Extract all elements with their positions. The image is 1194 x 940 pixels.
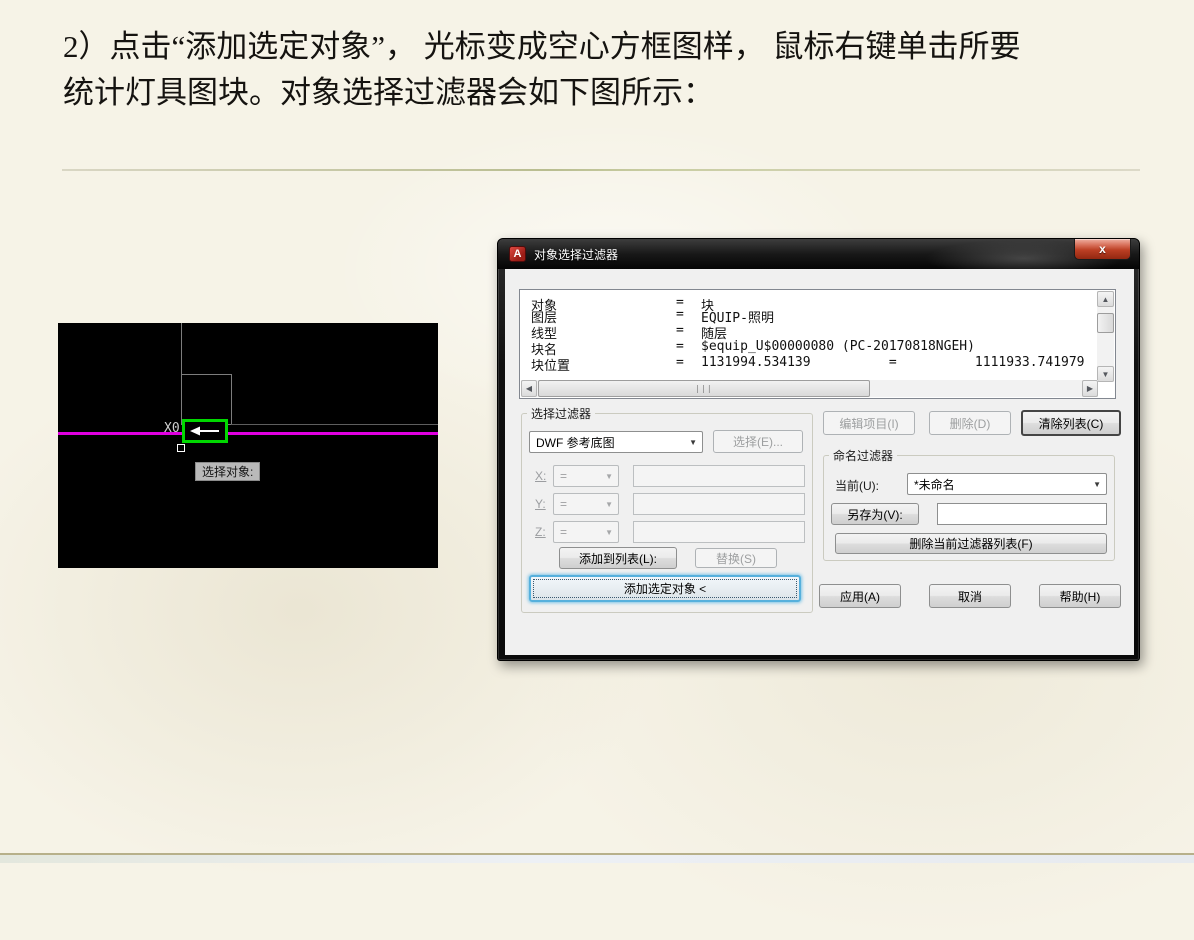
horizontal-scroll-thumb[interactable]: ||| [538,380,870,397]
add-selected-object-button[interactable]: 添加选定对象 < [529,575,801,602]
x-operator-value: = [560,469,567,483]
row-operator: = [676,307,684,322]
left-arrow-icon [187,424,223,438]
save-as-button[interactable]: 另存为(V): [831,503,919,525]
clear-list-button[interactable]: 清除列表(C) [1021,410,1121,436]
list-row[interactable]: 线型 = 随层 [521,323,1097,339]
edit-item-button[interactable]: 编辑项目(I) [823,411,915,435]
y-value-field[interactable] [633,493,805,515]
list-row[interactable]: 图层 = EQUIP-照明 [521,307,1097,323]
chevron-down-icon: ▼ [689,438,697,447]
instruction-line-1: 2）点击“添加选定对象”， 光标变成空心方框图样， 鼠标右键单击所要 [63,24,1143,70]
z-operator-dropdown[interactable]: = ▼ [553,521,619,543]
chevron-down-icon: ▼ [605,528,613,537]
close-button[interactable]: x [1074,239,1131,260]
cad-x0-label: X0 [164,421,180,436]
cancel-button[interactable]: 取消 [929,584,1011,608]
scroll-down-icon[interactable]: ▼ [1097,366,1114,382]
current-filter-dropdown[interactable]: *未命名 ▼ [907,473,1107,495]
row-value: $equip_U$00000080 (PC-20170818NGEH) [701,339,975,354]
filter-list-box[interactable]: 对象 = 块 图层 = EQUIP-照明 线型 = 随层 块名 = $e [519,289,1116,399]
chevron-down-icon: ▼ [605,472,613,481]
cad-square-outline [181,374,232,425]
cad-vertical-line [181,323,182,375]
chevron-down-icon: ▼ [605,500,613,509]
save-as-field[interactable] [937,503,1107,525]
y-operator-value: = [560,497,567,511]
filter-type-value: DWF 参考底图 [536,434,615,451]
instruction-line-2: 统计灯具图块。对象选择过滤器会如下图所示： [63,70,1143,116]
horizontal-divider [62,169,1140,171]
vertical-scroll-thumb[interactable] [1097,313,1114,333]
substitute-button[interactable]: 替换(S) [695,548,777,568]
horizontal-scrollbar[interactable]: ◀ ||| ▶ [521,380,1098,397]
y-operator-dropdown[interactable]: = ▼ [553,493,619,515]
row-value: 1131994.534139 = 1111933.741979 [701,355,1085,370]
scroll-right-icon[interactable]: ▶ [1082,380,1098,397]
named-filter-group-label: 命名过滤器 [829,447,897,464]
list-row[interactable]: 块名 = $equip_U$00000080 (PC-20170818NGEH) [521,339,1097,355]
bottom-strip [0,855,1194,863]
dialog-titlebar[interactable]: A 对象选择过滤器 [498,239,1139,269]
x-operator-dropdown[interactable]: = ▼ [553,465,619,487]
instruction-paragraph: 2）点击“添加选定对象”， 光标变成空心方框图样， 鼠标右键单击所要 统计灯具图… [63,24,1143,116]
y-coordinate-label: Y: [535,497,546,511]
delete-current-filter-button[interactable]: 删除当前过滤器列表(F) [835,533,1107,554]
cad-magenta-wire [58,432,438,435]
row-operator: = [676,339,684,354]
current-filter-label: 当前(U): [835,477,879,494]
select-filter-group-label: 选择过滤器 [527,405,595,422]
add-to-list-button[interactable]: 添加到列表(L): [559,547,677,569]
chevron-down-icon: ▼ [1093,480,1101,489]
list-row-clipped[interactable]: 块位置 = 1131994.534139 = 1111933.741979 [521,355,1097,371]
scroll-up-icon[interactable]: ▲ [1097,291,1114,307]
apply-button[interactable]: 应用(A) [819,584,901,608]
x-value-field[interactable] [633,465,805,487]
selected-block-highlight[interactable] [182,419,228,443]
autocad-logo-icon: A [509,246,526,262]
cad-horizontal-line [231,424,438,425]
row-label: 块位置 [531,355,570,371]
vertical-scrollbar[interactable]: ▲ ▼ [1097,291,1114,382]
cad-viewport[interactable]: X0 选择对象: [58,323,438,568]
select-object-tooltip: 选择对象: [195,462,260,481]
filter-list-rows: 对象 = 块 图层 = EQUIP-照明 线型 = 随层 块名 = $e [521,291,1097,371]
delete-button[interactable]: 删除(D) [929,411,1011,435]
dialog-title: 对象选择过滤器 [534,246,618,263]
select-button[interactable]: 选择(E)... [713,430,803,453]
object-selection-filter-dialog[interactable]: A 对象选择过滤器 x 对象 = 块 图层 = EQUIP-照明 线型 = [497,238,1140,661]
filter-type-dropdown[interactable]: DWF 参考底图 ▼ [529,431,703,453]
z-value-field[interactable] [633,521,805,543]
help-button[interactable]: 帮助(H) [1039,584,1121,608]
x-coordinate-label: X: [535,469,546,483]
pickbox-cursor [177,444,185,452]
current-filter-value: *未命名 [914,476,955,493]
row-operator: = [676,355,684,370]
row-operator: = [676,323,684,338]
scroll-left-icon[interactable]: ◀ [521,380,537,397]
dialog-client-area: 对象 = 块 图层 = EQUIP-照明 线型 = 随层 块名 = $e [505,269,1134,655]
z-coordinate-label: Z: [535,525,546,539]
z-operator-value: = [560,525,567,539]
